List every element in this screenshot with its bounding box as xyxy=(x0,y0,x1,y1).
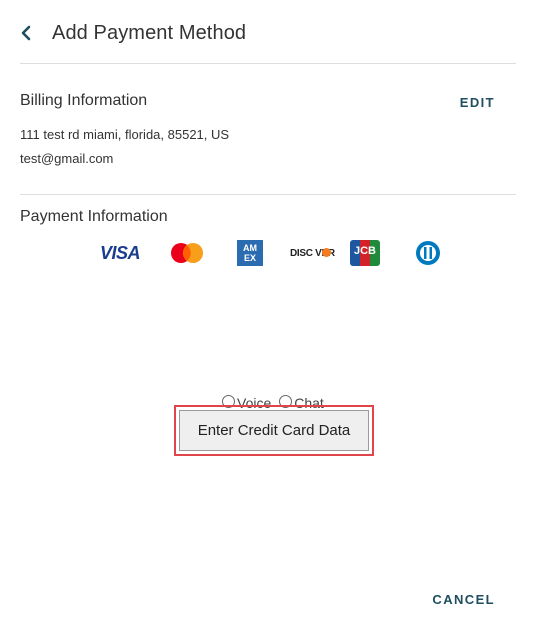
billing-address: 111 test rd miami, florida, 85521, US xyxy=(20,127,230,142)
amex-icon: AM EX xyxy=(237,238,263,268)
visa-icon: VISA xyxy=(100,242,141,263)
page-header: Add Payment Method xyxy=(20,18,246,48)
jcb-icon: JCB xyxy=(350,238,380,268)
billing-email: test@gmail.com xyxy=(20,151,114,166)
page-title: Add Payment Method xyxy=(52,21,247,44)
billing-divider xyxy=(20,194,516,195)
payment-section-title: Payment Information xyxy=(20,208,168,225)
mastercard-icon xyxy=(170,238,204,268)
cancel-button[interactable]: CANCEL xyxy=(432,592,495,607)
edit-button[interactable]: EDIT xyxy=(460,95,495,110)
back-button[interactable] xyxy=(20,20,46,46)
header-divider xyxy=(20,63,516,64)
card-brand-logos: VISA AM EX DISC VER JCB xyxy=(100,238,450,268)
enter-credit-card-button[interactable]: Enter Credit Card Data xyxy=(179,410,369,451)
diners-club-icon xyxy=(412,238,444,268)
billing-section-title: Billing Information xyxy=(20,92,148,109)
chevron-left-icon xyxy=(21,25,31,41)
discover-icon: DISC VER xyxy=(290,247,335,259)
